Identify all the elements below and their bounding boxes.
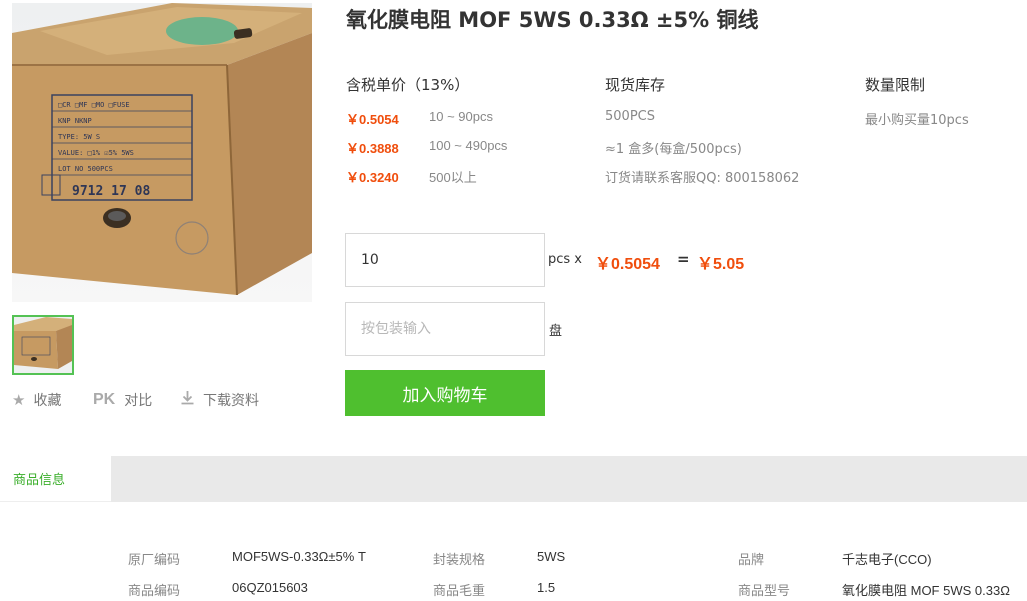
unit-price: ￥0.5054 [595,256,660,273]
svg-text:LOT NO 500PCS: LOT NO 500PCS [58,165,113,173]
svg-text:KNP NKNP: KNP NKNP [58,117,92,125]
spec-label: 商品型号 [738,584,791,599]
spec-value: 06QZ015603 [232,580,308,595]
favorite-action[interactable]: ★ 收藏 [12,390,61,410]
download-icon [180,390,195,410]
total-price: ￥5.05 [697,256,745,273]
package-input[interactable] [345,302,545,356]
svg-text:TYPE: 5W S: TYPE: 5W S [58,133,100,141]
pk-icon: PK [93,391,116,408]
tier-range: 500以上 [429,170,477,185]
cardboard-box-photo: □CR □MF □MO □FUSE KNP NKNP TYPE: 5W S VA… [12,3,312,302]
compare-label: 对比 [124,393,153,409]
tier-price: ￥0.3240 [346,170,399,185]
spec-value: 5WS [537,549,566,564]
svg-text:□CR □MF □MO □FUSE: □CR □MF □MO □FUSE [58,101,130,109]
spec-value: 1.5 [537,580,556,595]
info-tab-bar [0,456,1027,502]
tab-product-info[interactable]: 商品信息 [0,456,111,502]
spec-label: 品牌 [738,553,765,568]
quantity-input[interactable] [345,233,545,287]
spec-label: 商品毛重 [433,584,486,599]
stock-boxes: ≈1 盒多(每盒/500pcs) [605,142,742,157]
min-purchase: 最小购买量10pcs [865,113,969,128]
svg-text:VALUE: □1% ☑5% 5WS: VALUE: □1% ☑5% 5WS [58,149,134,157]
compare-action[interactable]: PK 对比 [93,390,152,410]
stock-header: 现货库存 [605,76,666,94]
download-action[interactable]: 下载资料 [180,390,259,410]
product-title: 氧化膜电阻 MOF 5WS 0.33Ω ±5% 铜线 [346,8,759,32]
equals-sign: = [677,250,690,268]
spec-value: MOF5WS-0.33Ω±5% T [232,549,366,564]
spec-value: 氧化膜电阻 MOF 5WS 0.33Ω [842,583,1010,598]
spec-value: 千志电子(CCO) [842,552,932,567]
add-to-cart-button[interactable]: 加入购物车 [345,370,545,416]
download-label: 下载资料 [203,393,259,409]
unit-times-label: pcs x [548,252,582,267]
spec-label: 商品编码 [128,584,181,599]
tier-range: 10 ~ 90pcs [429,109,493,124]
spec-label: 原厂编码 [128,553,181,568]
stock-quantity: 500PCS [605,109,655,124]
product-main-image: □CR □MF □MO □FUSE KNP NKNP TYPE: 5W S VA… [12,3,312,302]
stock-contact: 订货请联系客服QQ: 800158062 [605,171,800,186]
star-icon: ★ [12,391,26,409]
price-header: 含税单价（13%） [346,76,470,94]
thumbnail-box-image [14,317,72,373]
limit-header: 数量限制 [865,76,926,94]
package-unit-label: 盘 [549,324,563,339]
tier-price: ￥0.3888 [346,141,399,156]
tier-price: ￥0.5054 [346,112,399,127]
product-thumbnail[interactable] [12,315,74,375]
svg-text:9712 17 08: 9712 17 08 [72,184,150,199]
favorite-label: 收藏 [33,393,62,409]
tier-range: 100 ~ 490pcs [429,138,508,153]
spec-label: 封装规格 [433,553,486,568]
